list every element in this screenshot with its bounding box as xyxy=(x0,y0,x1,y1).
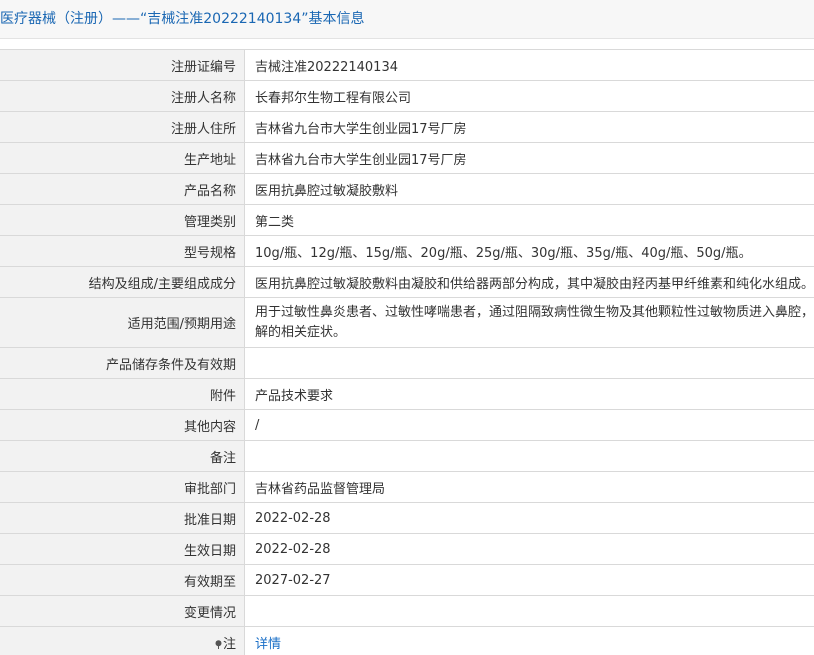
row-label-registrant-address: 注册人住所 xyxy=(0,111,245,143)
row-label-note: 注 xyxy=(0,626,245,655)
row-label-intended-use: 适用范围/预期用途 xyxy=(0,297,245,348)
row-label-effective-date: 生效日期 xyxy=(0,533,245,565)
table-row: 生效日期 2022-02-28 xyxy=(0,533,814,565)
row-value-production-address: 吉林省九台市大学生创业园17号厂房 xyxy=(244,142,814,174)
row-value-remarks xyxy=(244,440,814,472)
row-label-product-name: 产品名称 xyxy=(0,173,245,205)
table-row: 生产地址 吉林省九台市大学生创业园17号厂房 xyxy=(0,142,814,174)
row-label-change-status: 变更情况 xyxy=(0,595,245,627)
table-row: 有效期至 2027-02-27 xyxy=(0,564,814,596)
row-label-storage-conditions: 产品储存条件及有效期 xyxy=(0,347,245,379)
row-value-attachment: 产品技术要求 xyxy=(244,378,814,410)
row-value-change-status xyxy=(244,595,814,627)
page: 医疗器械（注册）——“吉械注准20222140134”基本信息 注册证编号 吉械… xyxy=(0,0,814,655)
row-value-registrant-address: 吉林省九台市大学生创业园17号厂房 xyxy=(244,111,814,143)
table-row: 产品名称 医用抗鼻腔过敏凝胶敷料 xyxy=(0,173,814,205)
row-label-attachment: 附件 xyxy=(0,378,245,410)
intended-use-text: 用于过敏性鼻炎患者、过敏性哮喘患者，通过阻隔致病性微生物及其他颗粒性过敏物质进入… xyxy=(255,304,814,340)
row-label-registration-number: 注册证编号 xyxy=(0,49,245,81)
row-label-approval-department: 审批部门 xyxy=(0,471,245,503)
table-row: 产品储存条件及有效期 xyxy=(0,347,814,379)
row-label-approval-date: 批准日期 xyxy=(0,502,245,534)
row-value-product-name: 医用抗鼻腔过敏凝胶敷料 xyxy=(244,173,814,205)
table-row: 注册人住所 吉林省九台市大学生创业园17号厂房 xyxy=(0,111,814,143)
table-row: 管理类别 第二类 xyxy=(0,204,814,236)
table-row: 注册人名称 长春邦尔生物工程有限公司 xyxy=(0,80,814,112)
row-value-note: 详情 xyxy=(244,626,814,655)
table-row: 注 详情 xyxy=(0,626,814,655)
row-label-registrant-name: 注册人名称 xyxy=(0,80,245,112)
row-value-intended-use: 用于过敏性鼻炎患者、过敏性哮喘患者，通过阻隔致病性微生物及其他颗粒性过敏物质进入… xyxy=(244,297,814,348)
row-label-model-spec: 型号规格 xyxy=(0,235,245,267)
page-title: 医疗器械（注册）——“吉械注准20222140134”基本信息 xyxy=(0,0,814,39)
table-row: 变更情况 xyxy=(0,595,814,627)
row-label-production-address: 生产地址 xyxy=(0,142,245,174)
row-label-management-category: 管理类别 xyxy=(0,204,245,236)
row-value-storage-conditions xyxy=(244,347,814,379)
row-value-management-category: 第二类 xyxy=(244,204,814,236)
table-row: 备注 xyxy=(0,440,814,472)
row-value-approval-department: 吉林省药品监督管理局 xyxy=(244,471,814,503)
details-link[interactable]: 详情 xyxy=(255,637,281,652)
table-row: 其他内容 / xyxy=(0,409,814,441)
row-value-registrant-name: 长春邦尔生物工程有限公司 xyxy=(244,80,814,112)
table-row: 审批部门 吉林省药品监督管理局 xyxy=(0,471,814,503)
row-value-effective-date: 2022-02-28 xyxy=(244,533,814,565)
row-label-structure-composition: 结构及组成/主要组成成分 xyxy=(0,266,245,298)
table-row: 结构及组成/主要组成成分 医用抗鼻腔过敏凝胶敷料由凝胶和供给器两部分构成，其中凝… xyxy=(0,266,814,298)
row-label-valid-until: 有效期至 xyxy=(0,564,245,596)
note-label: 注 xyxy=(222,636,236,652)
row-label-remarks: 备注 xyxy=(0,440,245,472)
table-row: 型号规格 10g/瓶、12g/瓶、15g/瓶、20g/瓶、25g/瓶、30g/瓶… xyxy=(0,235,814,267)
row-value-registration-number: 吉械注准20222140134 xyxy=(244,49,814,81)
table-row: 适用范围/预期用途 用于过敏性鼻炎患者、过敏性哮喘患者，通过阻隔致病性微生物及其… xyxy=(0,297,814,348)
pin-icon xyxy=(215,639,222,649)
row-value-valid-until: 2027-02-27 xyxy=(244,564,814,596)
row-value-approval-date: 2022-02-28 xyxy=(244,502,814,534)
table-row: 批准日期 2022-02-28 xyxy=(0,502,814,534)
row-value-other-content: / xyxy=(244,409,814,441)
table-row: 附件 产品技术要求 xyxy=(0,378,814,410)
table-row: 注册证编号 吉械注准20222140134 xyxy=(0,49,814,81)
row-value-structure-composition: 医用抗鼻腔过敏凝胶敷料由凝胶和供给器两部分构成，其中凝胶由羟丙基甲纤维素和纯化水… xyxy=(244,266,814,298)
info-table: 注册证编号 吉械注准20222140134 注册人名称 长春邦尔生物工程有限公司… xyxy=(0,49,814,655)
row-value-model-spec: 10g/瓶、12g/瓶、15g/瓶、20g/瓶、25g/瓶、30g/瓶、35g/… xyxy=(244,235,814,267)
row-label-other-content: 其他内容 xyxy=(0,409,245,441)
